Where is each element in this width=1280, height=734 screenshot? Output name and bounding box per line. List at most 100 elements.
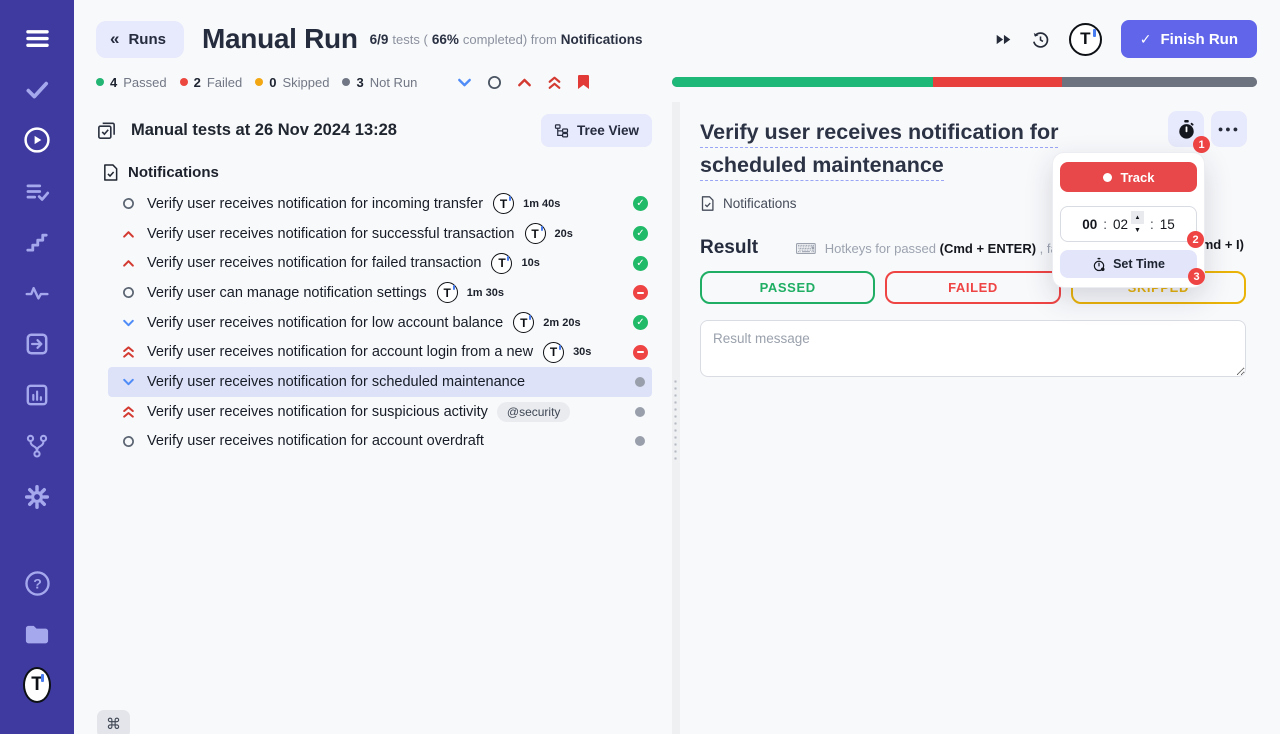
tree-view-label: Tree View [576,123,639,138]
test-row[interactable]: Verify user receives notification for ac… [108,337,652,367]
test-title: Verify user receives notification for in… [147,195,484,212]
fast-forward-icon[interactable] [995,33,1012,46]
testomat-logo-icon: T [513,312,535,334]
sidebar-item-signin-icon[interactable] [23,330,51,358]
test-status-badge: ✓ [633,196,648,212]
filter-circle-icon[interactable] [487,75,502,90]
hours-field[interactable]: 00 [1082,217,1097,232]
step-badge-3: 3 [1188,268,1205,285]
testomat-logo-icon[interactable]: T [1068,22,1102,56]
sidebar-item-bar-chart-icon[interactable] [23,381,51,409]
test-title: Verify user receives notification for fa… [147,255,482,272]
spinner-up-icon[interactable]: ▲ [1131,211,1145,224]
filter-chevron-up-icon[interactable] [517,77,532,88]
test-row[interactable]: Verify user receives notification for su… [108,219,652,249]
stat-count: 3 [356,74,364,90]
status-dot [179,78,188,86]
sidebar-item-steps-icon[interactable] [23,228,51,256]
test-row[interactable]: Verify user receives notification for lo… [108,308,652,338]
test-detail-panel: Verify user receives notification for sc… [680,102,1280,734]
priority-icon [122,405,135,419]
sidebar-item-branch-icon[interactable] [23,432,51,460]
command-shortcut-button[interactable]: ⌘ [97,710,130,734]
timer-popup: Track 00 : 02 ▲ ▼ : 15 2 Set Time 3 [1052,152,1205,288]
hotkey-segment: Hotkeys for passed [824,241,940,256]
test-list: Verify user receives notification for in… [74,189,672,456]
sidebar-item-logo-icon[interactable]: T [23,667,51,703]
sidebar: ? T [0,0,74,734]
page-title: Manual Run [201,23,358,54]
tree-icon [554,124,569,138]
test-duration: 30s [573,346,592,359]
sidebar-item-help-icon[interactable]: ? [23,569,51,597]
test-duration: 10s [521,257,540,270]
passed-badge: ✓ [633,196,648,212]
status-stat-skipped: 0 Skipped [255,75,329,90]
priority-icon [122,258,135,268]
testomat-logo-icon: T [524,223,546,245]
filter-bookmark-icon[interactable] [577,74,590,90]
testomat-logo-icon: T [543,341,565,363]
tree-view-button[interactable]: Tree View [540,114,652,147]
priority-icon [122,286,135,299]
sidebar-item-check-icon[interactable] [23,75,51,103]
status-dot [255,78,264,86]
app-root: ? T « Runs Manual Run 6/9 tests ( 66% com… [0,0,1280,734]
test-row[interactable]: Verify user can manage notification sett… [108,278,652,308]
set-time-button[interactable]: Set Time 3 [1060,250,1205,285]
passed-button[interactable]: PASSED [700,271,876,304]
subtitle-text2: completed) from [462,31,557,47]
sidebar-item-play-circle-icon[interactable] [23,126,51,154]
timer-button[interactable]: 1 [1168,111,1210,153]
test-duration: 1m 40s [523,197,561,210]
suite-folder-row[interactable]: Notifications [102,163,652,182]
back-to-runs-button[interactable]: « Runs [96,20,184,58]
test-row[interactable]: Verify user receives notification for ac… [108,427,652,457]
sidebar-item-menu-icon[interactable] [23,24,51,52]
seconds-field[interactable]: 15 [1160,217,1175,232]
result-message-input[interactable] [700,320,1246,377]
back-label: Runs [128,30,166,48]
sidebar-item-folder-icon[interactable] [23,620,51,648]
test-status-badge: ✓ [633,315,648,331]
failed-badge [633,344,648,360]
failed-button[interactable]: FAILED [885,271,1061,304]
track-button[interactable]: Track [1060,162,1197,192]
filter-chevron-down-icon[interactable] [457,77,472,88]
spinner-down-icon[interactable]: ▼ [1131,224,1145,237]
history-timer-icon[interactable] [1031,30,1050,49]
document-check-icon [104,164,118,181]
panel-resize-divider[interactable] [672,102,680,734]
test-title: Verify user receives notification for ac… [147,344,534,361]
test-row[interactable]: Verify user receives notification for in… [108,189,652,219]
finish-run-button[interactable]: ✓ Finish Run [1120,20,1257,58]
sidebar-item-checklist-icon[interactable] [23,177,51,205]
step-badge-1: 1 [1193,136,1210,153]
sidebar-item-gear-icon[interactable] [23,483,51,511]
test-status-badge [633,285,648,301]
status-dot [96,78,104,86]
sidebar-item-pulse-icon[interactable] [23,279,51,307]
passed-badge: ✓ [633,226,648,242]
detail-actions: 1 ●●● [1168,111,1247,153]
minutes-field[interactable]: 02 [1113,217,1128,232]
more-options-button[interactable]: ●●● [1211,111,1247,147]
testomat-logo-icon: T [436,282,458,304]
sidebar-bottom: ? T [23,569,51,722]
test-row[interactable]: Verify user receives notification for su… [108,397,652,427]
filter-double-chevron-up-icon[interactable] [547,75,562,90]
editable-title-text[interactable]: Verify user receives notification for sc… [700,120,1059,181]
result-heading: Result [700,237,759,258]
drag-handle[interactable] [673,378,679,464]
test-row[interactable]: Verify user receives notification for fa… [108,248,652,278]
stat-label: Passed [123,74,167,90]
testomat-logo-icon: T [491,252,513,274]
test-duration: 2m 20s [543,316,581,329]
test-row[interactable]: Verify user receives notification for sc… [108,367,652,397]
stat-count: 4 [110,74,118,90]
test-status-badge [635,436,648,447]
status-stats: 4 Passed 2 Failed 0 Skipped 3 Not Run [96,75,430,90]
subtitle-text: tests ( [392,31,428,47]
breadcrumb-label: Notifications [723,196,797,211]
topbar: « Runs Manual Run 6/9 tests ( 66% comple… [74,0,1280,68]
